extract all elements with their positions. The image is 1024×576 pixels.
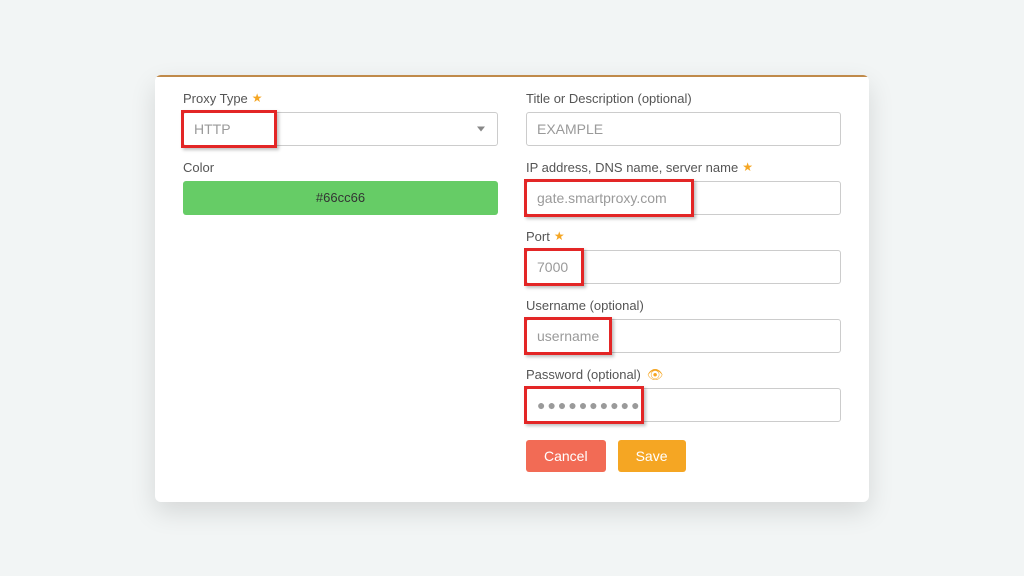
form-content: Proxy Type ★ HTTP Color #66cc66 xyxy=(155,77,869,492)
chevron-down-icon xyxy=(477,126,485,131)
title-field: EXAMPLE xyxy=(526,112,841,146)
port-label-text: Port xyxy=(526,229,550,244)
ip-field: gate.smartproxy.com xyxy=(526,181,841,215)
title-label-text: Title or Description (optional) xyxy=(526,91,692,106)
right-column: Title or Description (optional) EXAMPLE … xyxy=(526,91,841,472)
title-input[interactable]: EXAMPLE xyxy=(526,112,841,146)
save-button[interactable]: Save xyxy=(618,440,686,472)
star-icon: ★ xyxy=(554,230,565,242)
proxy-type-select[interactable]: HTTP xyxy=(183,112,498,146)
username-label-text: Username (optional) xyxy=(526,298,644,313)
port-input[interactable]: 7000 xyxy=(526,250,841,284)
title-label: Title or Description (optional) xyxy=(526,91,841,106)
proxy-config-card: Proxy Type ★ HTTP Color #66cc66 xyxy=(155,75,869,502)
port-label: Port ★ xyxy=(526,229,841,244)
proxy-type-label: Proxy Type ★ xyxy=(183,91,498,106)
left-column: Proxy Type ★ HTTP Color #66cc66 xyxy=(183,91,498,472)
password-value: ●●●●●●●●●● xyxy=(537,397,642,413)
proxy-type-field: HTTP xyxy=(183,112,498,146)
username-input[interactable]: username xyxy=(526,319,841,353)
ip-input[interactable]: gate.smartproxy.com xyxy=(526,181,841,215)
color-swatch[interactable]: #66cc66 xyxy=(183,181,498,215)
eye-icon[interactable]: 👁 xyxy=(647,368,664,381)
proxy-type-label-text: Proxy Type xyxy=(183,91,248,106)
star-icon: ★ xyxy=(742,161,753,173)
color-field: #66cc66 xyxy=(183,181,498,215)
password-field: ●●●●●●●●●● xyxy=(526,388,841,422)
ip-value: gate.smartproxy.com xyxy=(537,190,667,206)
port-value: 7000 xyxy=(537,259,568,275)
password-label-text: Password (optional) xyxy=(526,367,641,382)
password-input[interactable]: ●●●●●●●●●● xyxy=(526,388,841,422)
username-value: username xyxy=(537,328,599,344)
proxy-type-value: HTTP xyxy=(194,121,231,137)
color-value: #66cc66 xyxy=(316,190,365,205)
color-label: Color xyxy=(183,160,498,175)
button-row: Cancel Save xyxy=(526,440,841,472)
ip-label: IP address, DNS name, server name ★ xyxy=(526,160,841,175)
color-label-text: Color xyxy=(183,160,214,175)
star-icon: ★ xyxy=(252,92,263,104)
username-field: username xyxy=(526,319,841,353)
title-value: EXAMPLE xyxy=(537,121,603,137)
port-field: 7000 xyxy=(526,250,841,284)
ip-label-text: IP address, DNS name, server name xyxy=(526,160,738,175)
password-label: Password (optional) 👁 xyxy=(526,367,841,382)
cancel-button[interactable]: Cancel xyxy=(526,440,606,472)
username-label: Username (optional) xyxy=(526,298,841,313)
